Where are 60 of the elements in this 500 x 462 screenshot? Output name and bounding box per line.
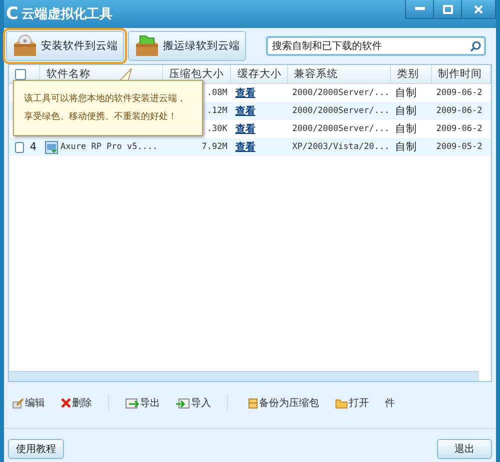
search-icon[interactable] (470, 41, 481, 52)
pencil-icon (12, 398, 24, 408)
table-cell: 自制 (394, 140, 417, 154)
tooltip-text: 该工具可以将您本地的软件安装进云端， (24, 92, 187, 106)
table-cell: 自制 (394, 86, 417, 100)
table-cell: 7.92M (202, 142, 228, 152)
column-header[interactable]: 缓存大小 (237, 67, 282, 81)
action-link[interactable]: 件 (385, 396, 395, 410)
search-field[interactable]: 搜索自制和已下载的软件 (266, 36, 486, 56)
column-header[interactable]: 软件名称 (46, 67, 90, 81)
action-link[interactable]: 导出 (125, 396, 160, 410)
app-icon (44, 140, 58, 154)
box-icon (134, 34, 160, 58)
table-cell: 2009-06-2 (436, 106, 482, 116)
action-link[interactable]: 导入 (176, 396, 211, 410)
window-title: 云端虚拟化工具 (21, 6, 112, 23)
table-cell: 2009-06-2 (436, 124, 482, 134)
column-header[interactable]: 类别 (396, 67, 419, 81)
checkbox[interactable] (15, 142, 24, 152)
close-icon[interactable] (474, 4, 483, 14)
table-cell: XP/2003/Vista/20... (292, 142, 390, 152)
cache-link[interactable]: 查看 (235, 86, 256, 100)
action-link[interactable]: 备份为压缩包 (248, 396, 319, 410)
checkbox[interactable] (15, 68, 26, 80)
row-number: 4 (30, 141, 36, 153)
table-cell: .12M (206, 106, 228, 116)
archive-icon (248, 398, 258, 408)
action-link[interactable]: 打开 (335, 396, 369, 410)
import-icon (176, 398, 190, 408)
tutorial-button[interactable]: 使用教程 (8, 439, 64, 459)
tooltip-text: 享受绿色、移动便携、不重装的好处！ (24, 110, 178, 124)
table-cell: 2000/2000Server/... (292, 106, 390, 116)
export-icon (125, 398, 139, 408)
app-logo: C (6, 4, 18, 24)
minimize-icon[interactable] (414, 7, 424, 11)
table-cell: 2009-06-2 (436, 88, 482, 98)
action-link[interactable]: 编辑 (12, 396, 45, 410)
folder-icon (335, 398, 348, 408)
delete-icon (61, 398, 71, 408)
column-header[interactable]: 兼容系统 (294, 67, 338, 81)
box-icon (12, 34, 38, 58)
toolbar-button[interactable]: 搬运绿软到云端 (128, 31, 246, 61)
horizontal-scrollbar[interactable] (9, 371, 479, 381)
table-cell: 2009-05-2 (436, 142, 482, 152)
maximize-icon[interactable] (442, 4, 452, 14)
toolbar-button[interactable]: 安装软件到云端 (6, 31, 124, 61)
column-header[interactable]: 压缩包大小 (168, 67, 224, 81)
table-cell: .30K (206, 124, 228, 134)
action-link[interactable]: 删除 (61, 396, 92, 410)
table-cell: 2000/2000Server/... (292, 88, 390, 98)
column-header[interactable]: 制作时间 (438, 67, 482, 81)
cache-link[interactable]: 查看 (235, 140, 256, 154)
cache-link[interactable]: 查看 (235, 104, 256, 118)
exit-button[interactable]: 退出 (437, 439, 492, 459)
table-cell: 2000/2000Server/... (292, 124, 390, 134)
table-cell: 自制 (394, 104, 417, 118)
table-cell: Axure RP Pro v5.... (60, 142, 158, 152)
cache-link[interactable]: 查看 (235, 122, 256, 136)
table-cell: 自制 (394, 122, 417, 136)
table-cell: .08M (206, 88, 228, 98)
